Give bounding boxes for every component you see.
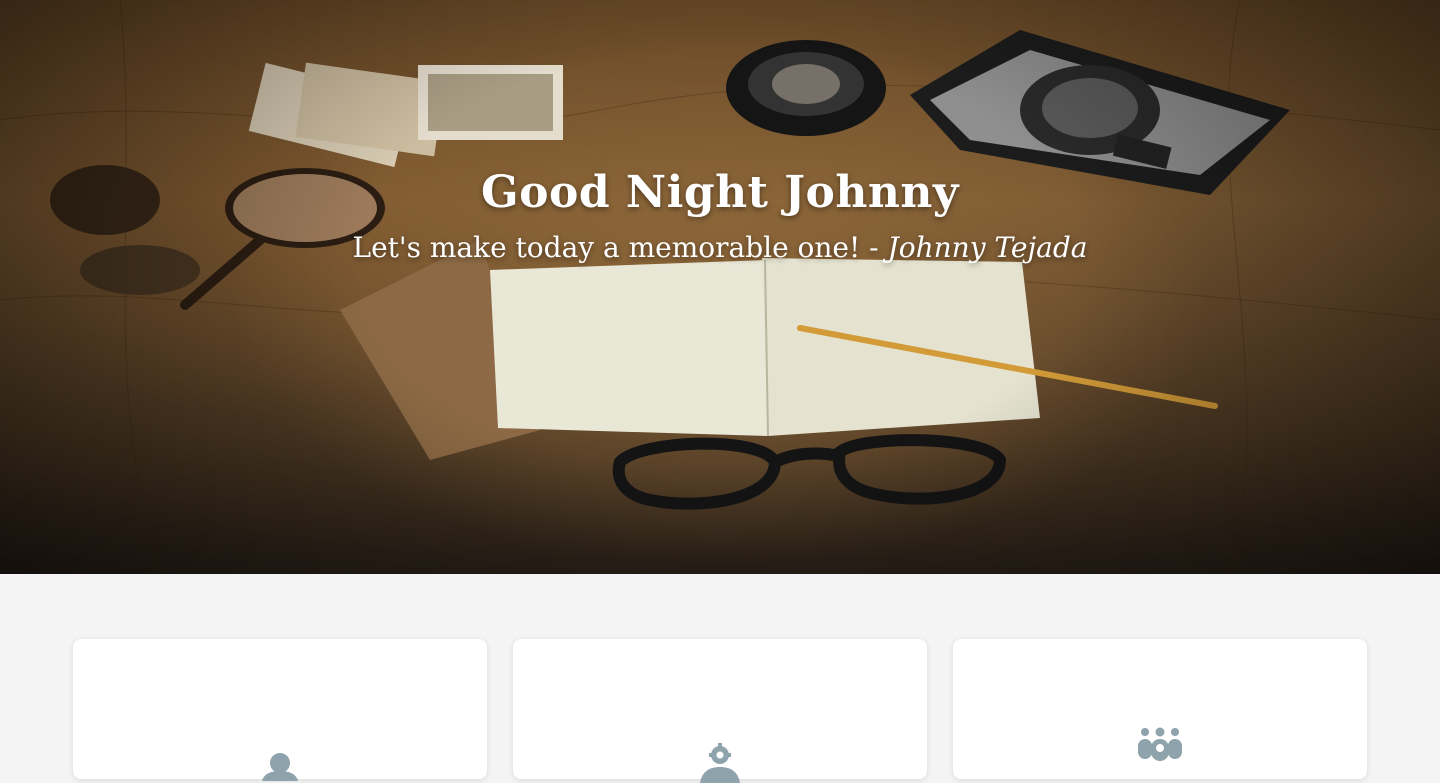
quote-separator: - (860, 231, 888, 264)
user-icon (262, 753, 298, 781)
hero-banner: Good Night Johnny Let's make today a mem… (0, 0, 1440, 574)
hero-text-block: Good Night Johnny Let's make today a mem… (0, 160, 1440, 268)
greeting-heading: Good Night Johnny (481, 167, 959, 218)
user-cog-icon (700, 743, 740, 783)
card-team[interactable] (953, 639, 1367, 779)
quote-text: Let's make today a memorable one! (352, 231, 861, 264)
users-group-icon (1138, 727, 1182, 761)
card-user-settings[interactable] (513, 639, 927, 783)
card-user[interactable] (73, 639, 487, 781)
quote-author: Johnny Tejada (887, 231, 1088, 264)
feature-cards (73, 639, 1367, 783)
hero-overlay (0, 0, 1440, 574)
daily-quote: Let's make today a memorable one! - John… (0, 228, 1440, 268)
